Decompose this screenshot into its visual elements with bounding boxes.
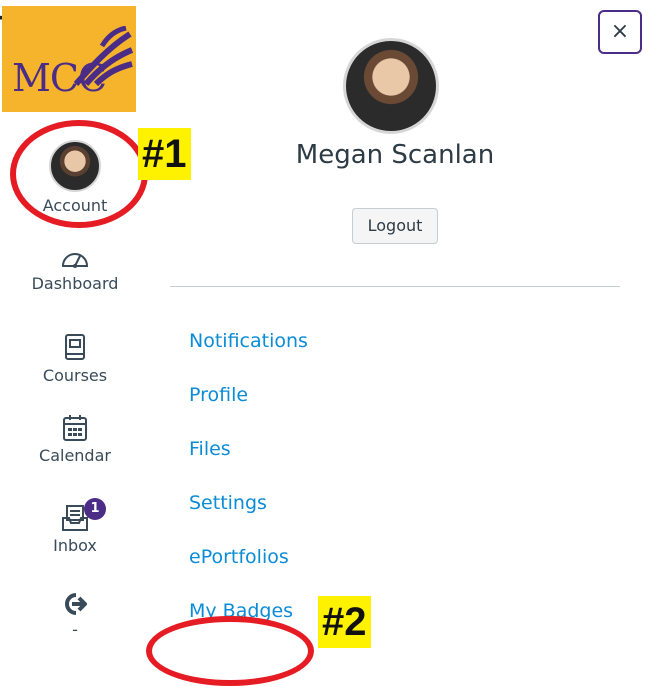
link-profile[interactable]: Profile [189,384,248,406]
logout-button[interactable]: Logout [352,208,438,244]
nav-label-courses: Courses [42,366,108,385]
nav-item-calendar[interactable]: Calendar [0,414,150,465]
nav-label-account: Account [42,196,108,215]
link-settings[interactable]: Settings [189,492,267,514]
link-my-badges[interactable]: My Badges [189,600,293,622]
nav-item-account[interactable]: Account [0,140,150,215]
logo-text: MCC [12,56,107,100]
link-notifications[interactable]: Notifications [189,330,308,352]
nav-item-dashboard[interactable]: Dashboard [0,246,150,293]
mcc-logo[interactable]: MCC [2,6,136,112]
user-name: Megan Scanlan [295,140,495,170]
profile-avatar [343,38,439,134]
book-icon [65,334,85,360]
close-button[interactable]: × [598,10,642,54]
logout-arrow-icon [65,593,87,615]
nav-label-logout: - [72,620,78,639]
link-eportfolios[interactable]: ePortfolios [189,546,289,568]
nav-label-calendar: Calendar [39,446,111,465]
tray-divider [170,286,620,287]
link-files[interactable]: Files [189,438,231,460]
nav-item-logout[interactable]: - [0,592,150,639]
nav-item-inbox[interactable]: 1 Inbox [0,498,150,555]
account-tray: × Megan Scanlan Logout Notifications Pro… [170,0,652,685]
inbox-unread-badge: 1 [84,498,106,520]
callout-two: #2 [318,596,371,648]
global-nav: T MCC Account Dashboard Courses [0,0,150,685]
nav-label-dashboard: Dashboard [31,274,119,293]
account-avatar [49,140,101,192]
dashboard-gauge-icon [61,253,89,268]
nav-label-inbox: Inbox [53,536,97,555]
nav-item-courses[interactable]: Courses [0,334,150,385]
calendar-icon [63,415,87,441]
